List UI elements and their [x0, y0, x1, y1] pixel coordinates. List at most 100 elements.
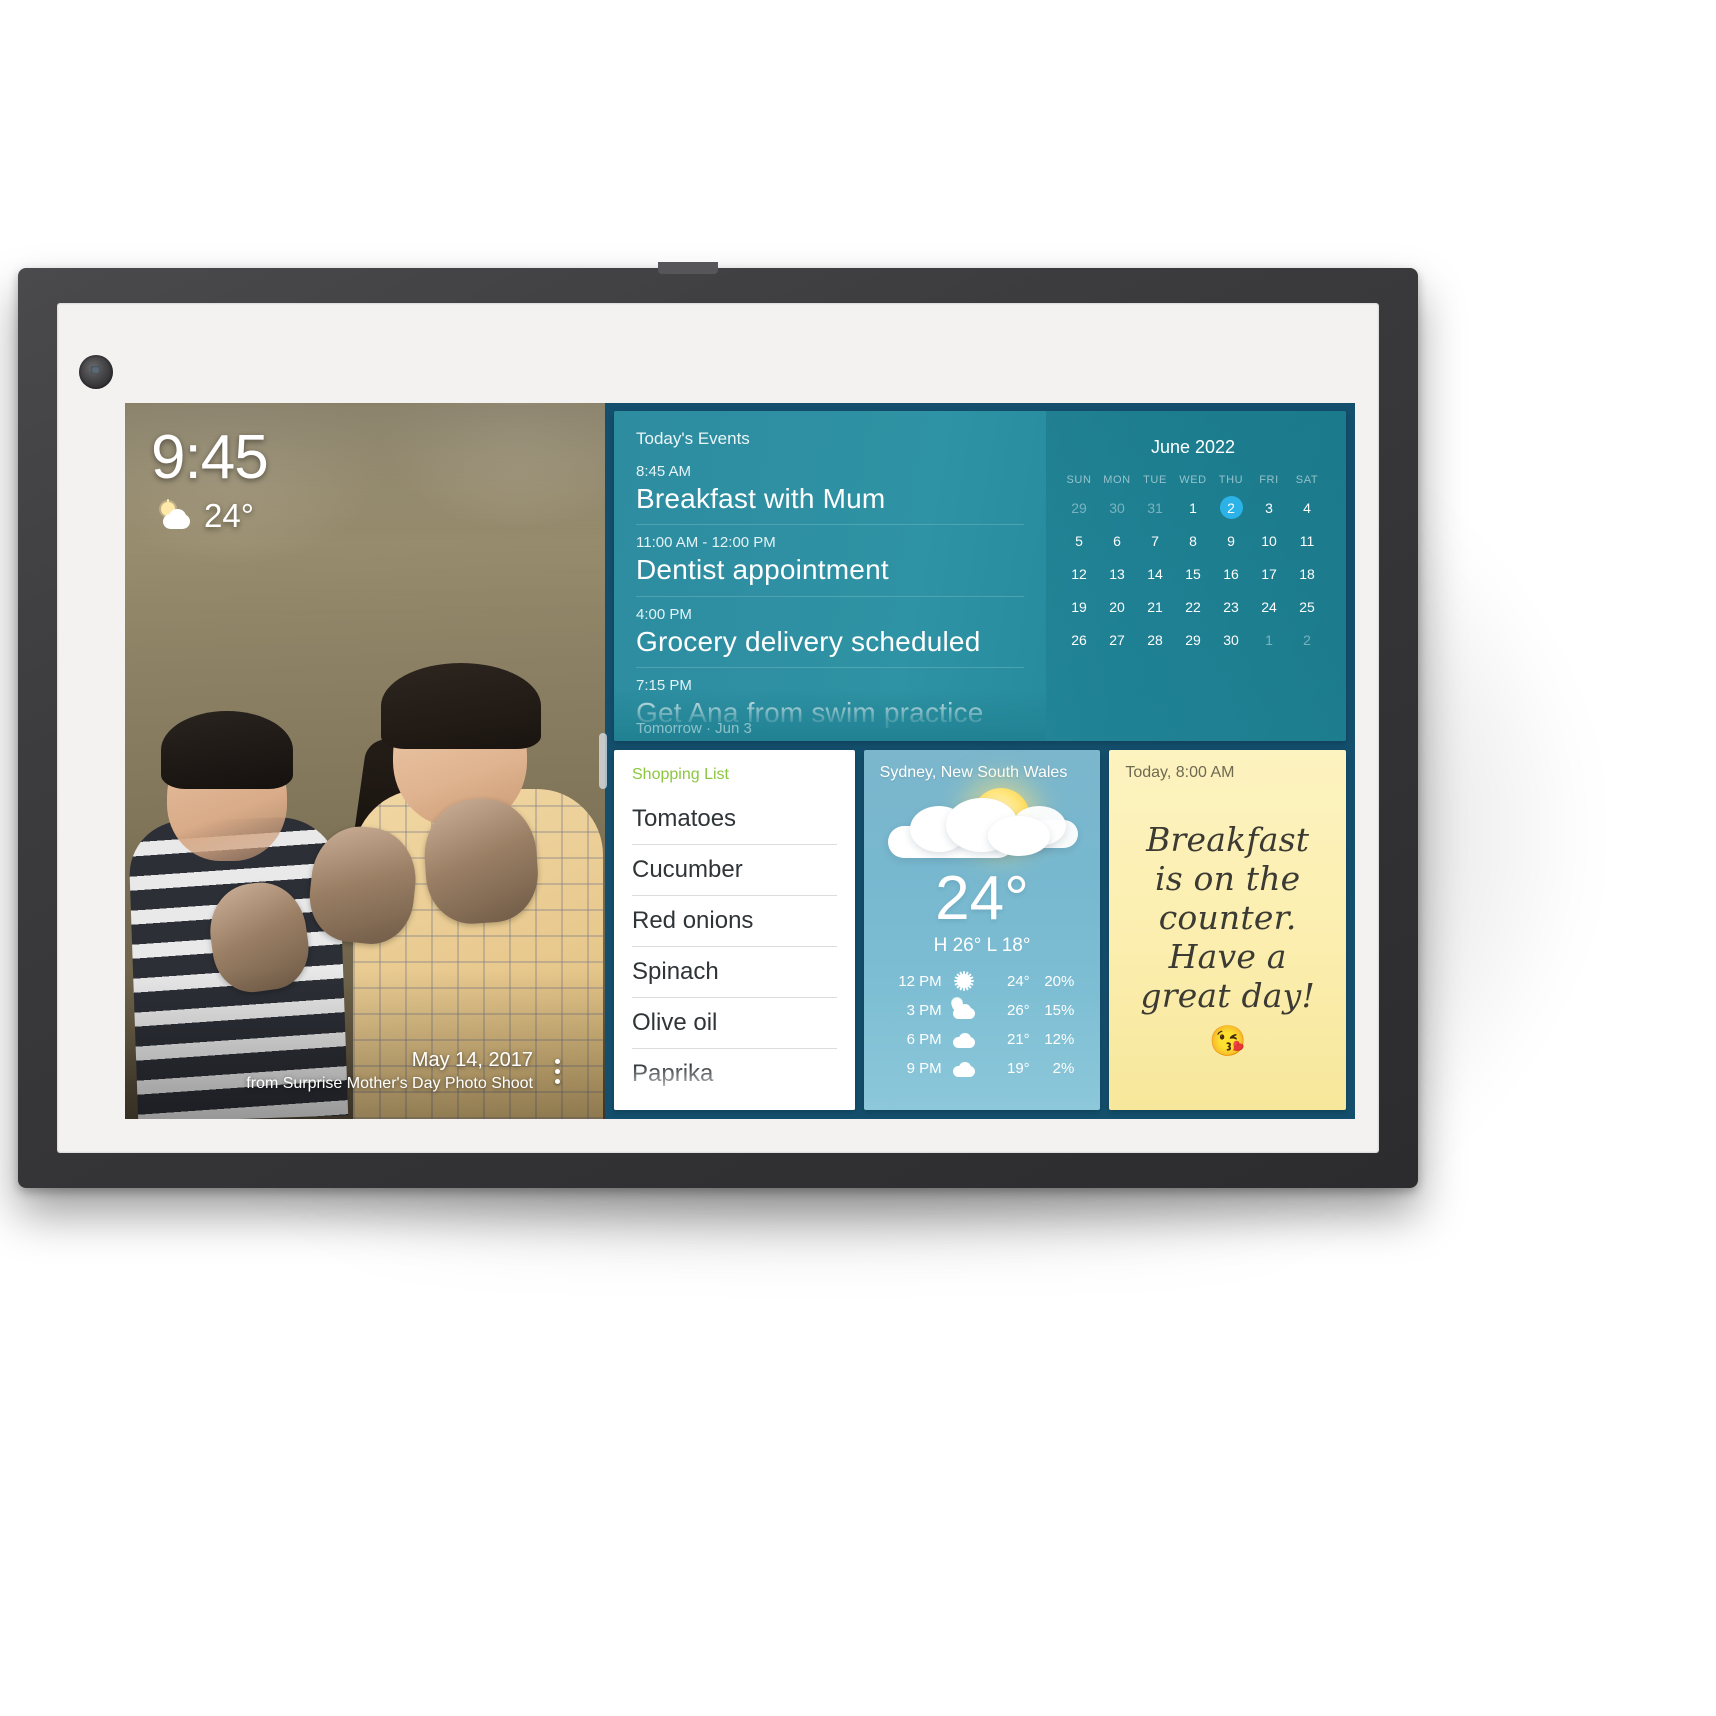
calendar-day-number: 22 — [1185, 599, 1201, 615]
calendar-day[interactable]: 9 — [1212, 530, 1250, 552]
calendar-day[interactable]: 10 — [1250, 530, 1288, 552]
calendar-day[interactable]: 8 — [1174, 530, 1212, 552]
forecast-row: 3 PM 26° 15% — [880, 997, 1085, 1020]
calendar-grid: SUN MON TUE WED THU FRI SAT 29 30 31 1 2 3 4 5 6 7 8 9 10 11… — [1060, 474, 1326, 651]
calendar-day[interactable]: 3 — [1250, 497, 1288, 519]
calendar-day[interactable]: 7 — [1136, 530, 1174, 552]
cloud-icon — [951, 1029, 977, 1049]
calendar-day[interactable]: 2 — [1288, 629, 1326, 651]
events-column: Today's Events 8:45 AM Breakfast with Mum… — [614, 411, 1046, 741]
shopping-list-item[interactable]: Tomatoes — [632, 794, 837, 845]
sticky-note-widget[interactable]: Today, 8:00 AM Breakfast is on the counter… — [1109, 750, 1347, 1110]
event-name: Breakfast with Mum — [636, 483, 886, 514]
note-timestamp: Today, 8:00 AM — [1125, 764, 1235, 781]
event-row[interactable]: 11:00 AM - 12:00 PM Dentist appointment — [636, 524, 1024, 595]
event-row[interactable]: 8:45 AM Breakfast with Mum — [636, 459, 1024, 524]
calendar-day-number: 16 — [1223, 566, 1239, 582]
calendar-dow-header: TUE — [1143, 474, 1167, 486]
forecast-precip: 2% — [1052, 1059, 1075, 1077]
calendar-day[interactable]: 29 — [1060, 497, 1098, 519]
calendar-day[interactable]: 29 — [1174, 629, 1212, 651]
calendar-day[interactable]: 1 — [1174, 497, 1212, 519]
calendar-day[interactable]: 15 — [1174, 563, 1212, 585]
event-time: 4:00 PM — [636, 605, 692, 623]
calendar-dow-header: MON — [1103, 474, 1131, 486]
forecast-temp: 26° — [1006, 1001, 1030, 1019]
calendar-day[interactable]: 14 — [1136, 563, 1174, 585]
calendar-day-number: 28 — [1147, 632, 1163, 648]
calendar-day[interactable]: 19 — [1060, 596, 1098, 618]
calendar-day-number: 1 — [1265, 632, 1273, 648]
shopping-list-item[interactable]: Spinach — [632, 947, 837, 998]
calendar-day[interactable]: 5 — [1060, 530, 1098, 552]
calendar-day-today[interactable]: 2 — [1212, 496, 1250, 519]
calendar-day-number: 15 — [1185, 566, 1201, 582]
forecast-temp: 19° — [1006, 1059, 1030, 1077]
photo-widget[interactable]: 9:45 24° May 14, 2017 from Surprise Moth… — [125, 403, 605, 1119]
calendar-day-number: 29 — [1071, 500, 1087, 516]
calendar-day[interactable]: 25 — [1288, 596, 1326, 618]
weather-condition-icon — [880, 786, 1085, 874]
forecast-time: 3 PM — [906, 1001, 942, 1019]
shopping-list-item[interactable]: Red onions — [632, 896, 837, 947]
calendar-widget[interactable]: Today's Events 8:45 AM Breakfast with Mum… — [614, 411, 1346, 741]
calendar-day[interactable]: 30 — [1212, 629, 1250, 651]
events-next-label: Tomorrow · Jun 3 — [636, 720, 752, 737]
calendar-dow-header: FRI — [1259, 474, 1279, 486]
pane-resize-handle[interactable] — [599, 733, 607, 789]
calendar-day-number: 27 — [1109, 632, 1125, 648]
kiss-emoji-icon: 😘 — [1209, 1024, 1247, 1058]
calendar-day-number: 2 — [1227, 500, 1235, 516]
weather-current-temp: 24° — [935, 864, 1029, 933]
photo-subject-boy-hair — [161, 711, 293, 789]
calendar-day[interactable]: 12 — [1060, 563, 1098, 585]
forecast-time: 9 PM — [906, 1059, 942, 1077]
calendar-day[interactable]: 31 — [1136, 497, 1174, 519]
weather-hourly-forecast: 12 PM 24° 20% 3 PM 26° 15% 6 PM 21° 12% 9 PM 19° 2% — [880, 971, 1085, 1078]
calendar-day[interactable]: 6 — [1098, 530, 1136, 552]
calendar-day[interactable]: 21 — [1136, 596, 1174, 618]
month-calendar[interactable]: June 2022 SUN MON TUE WED THU FRI SAT 29 30 31 1 2 3… — [1046, 411, 1346, 741]
shopping-list-item[interactable]: Cucumber — [632, 845, 837, 896]
calendar-day-number: 21 — [1147, 599, 1163, 615]
device-notch — [658, 262, 718, 274]
calendar-dow-header: WED — [1179, 474, 1207, 486]
sun-behind-cloud-icon — [950, 997, 977, 1020]
more-options-icon[interactable] — [547, 1049, 567, 1093]
calendar-day[interactable]: 20 — [1098, 596, 1136, 618]
weather-widget[interactable]: Sydney, New South Wales 24° H 26° L 18° … — [863, 750, 1101, 1110]
calendar-dow-header: SUN — [1066, 474, 1092, 486]
note-body: Breakfast is on the counter. Have a great da… — [1125, 782, 1330, 1098]
calendar-day-number: 31 — [1147, 500, 1163, 516]
calendar-day[interactable]: 13 — [1098, 563, 1136, 585]
calendar-day[interactable]: 17 — [1250, 563, 1288, 585]
shopping-list-item[interactable]: Paprika — [632, 1049, 837, 1099]
calendar-day-number: 5 — [1075, 533, 1083, 549]
event-row[interactable]: 4:00 PM Grocery delivery scheduled — [636, 595, 1024, 667]
calendar-day[interactable]: 28 — [1136, 629, 1174, 651]
calendar-day[interactable]: 22 — [1174, 596, 1212, 618]
smart-display-device: 9:45 24° May 14, 2017 from Surprise Moth… — [18, 262, 1418, 1188]
shopping-list-widget[interactable]: Shopping List Tomatoes Cucumber Red onions… — [614, 750, 855, 1110]
calendar-day[interactable]: 11 — [1288, 530, 1326, 552]
calendar-day[interactable]: 4 — [1288, 497, 1326, 519]
calendar-day[interactable]: 24 — [1250, 596, 1288, 618]
event-name: Grocery delivery scheduled — [636, 625, 981, 657]
calendar-day[interactable]: 23 — [1212, 596, 1250, 618]
shopping-list-item[interactable]: Olive oil — [632, 998, 837, 1049]
photo-scrim-bottom — [125, 969, 605, 1119]
calendar-day[interactable]: 16 — [1212, 563, 1250, 585]
shopping-list-title: Shopping List — [632, 766, 729, 783]
widget-row-bottom: Shopping List Tomatoes Cucumber Red onions… — [614, 750, 1347, 1110]
calendar-day[interactable]: 1 — [1250, 629, 1288, 651]
event-time: 7:15 PM — [636, 677, 692, 695]
calendar-day[interactable]: 27 — [1098, 629, 1136, 651]
calendar-day[interactable]: 30 — [1098, 497, 1136, 519]
device-bezel: 9:45 24° May 14, 2017 from Surprise Moth… — [57, 303, 1379, 1153]
photo-caption-source: from Surprise Mother's Day Photo Shoot — [246, 1075, 533, 1092]
photo-caption: May 14, 2017 from Surprise Mother's Day … — [246, 1049, 533, 1093]
calendar-day[interactable]: 26 — [1060, 629, 1098, 651]
calendar-day-number: 4 — [1303, 500, 1311, 516]
sun-behind-cloud-icon — [157, 499, 195, 531]
calendar-day[interactable]: 18 — [1288, 563, 1326, 585]
